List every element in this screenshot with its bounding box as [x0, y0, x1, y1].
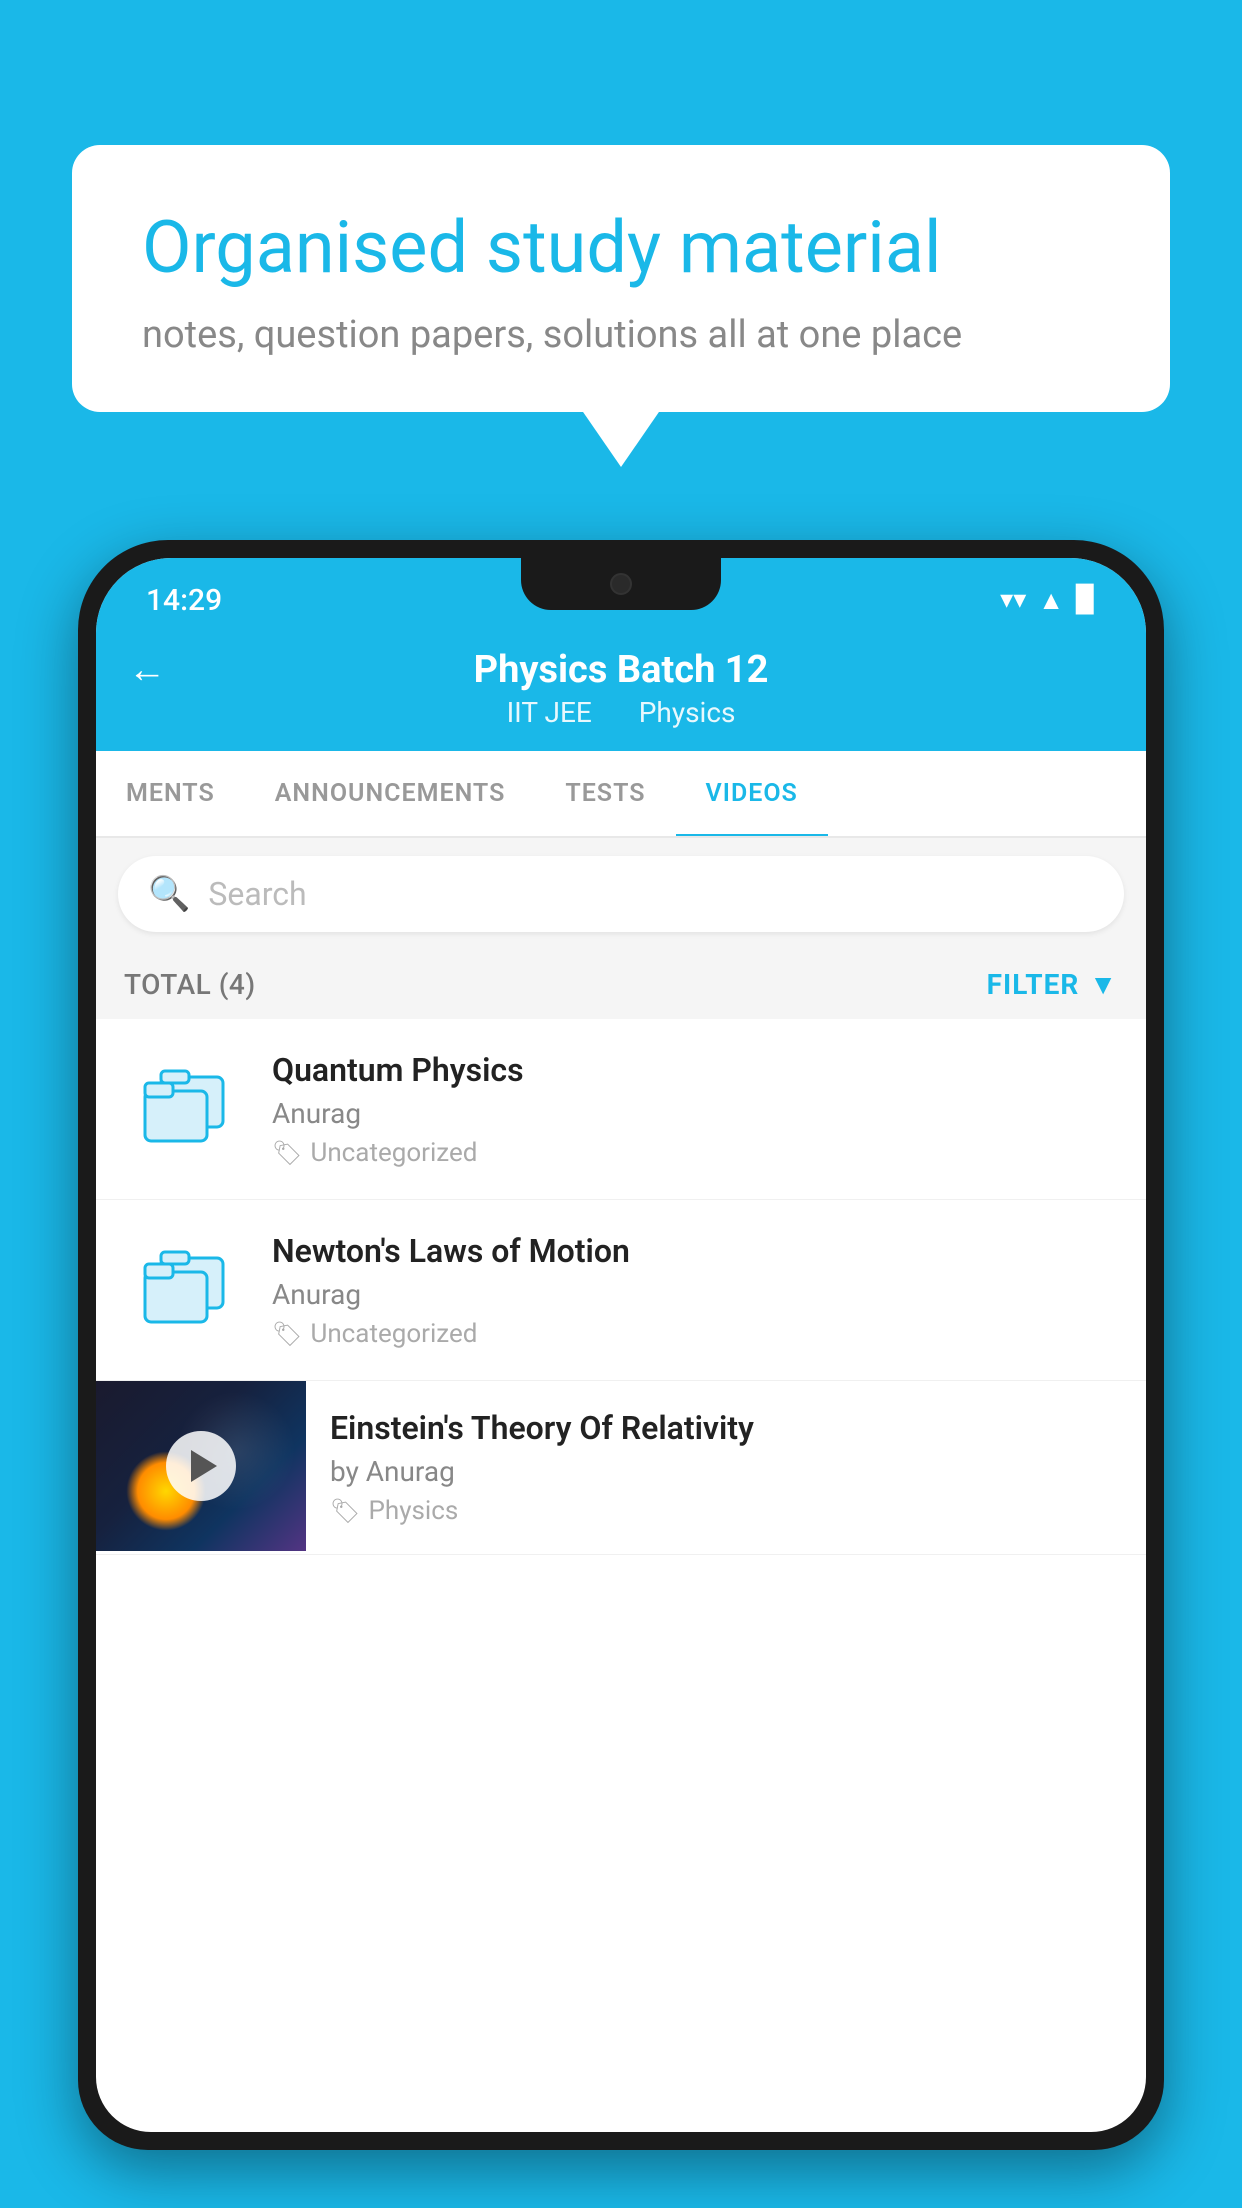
- phone-wrapper: 14:29 ▾▾ ▲ ▉ ← Physics Batch 12 IIT JEE …: [78, 540, 1164, 2208]
- total-filter-bar: TOTAL (4) FILTER ▼: [96, 950, 1146, 1019]
- tabs-bar: MENTS ANNOUNCEMENTS TESTS VIDEOS: [96, 751, 1146, 838]
- wifi-icon: ▾▾: [1000, 585, 1026, 615]
- app-bar: ← Physics Batch 12 IIT JEE Physics: [96, 630, 1146, 751]
- phone-screen: 14:29 ▾▾ ▲ ▉ ← Physics Batch 12 IIT JEE …: [96, 558, 1146, 2132]
- search-container: 🔍 Search: [96, 838, 1146, 950]
- video-author-2: Anurag: [272, 1278, 1118, 1311]
- tag-icon-3: 🏷: [330, 1497, 360, 1525]
- list-item[interactable]: Newton's Laws of Motion Anurag 🏷 Uncateg…: [96, 1200, 1146, 1381]
- battery-icon: ▉: [1076, 585, 1096, 615]
- app-bar-subtitle-part1: IIT JEE: [507, 696, 592, 729]
- total-count: TOTAL (4): [124, 968, 256, 1001]
- video-tag-3: 🏷 Physics: [330, 1496, 1126, 1526]
- search-icon: 🔍: [148, 874, 190, 914]
- video-info-1: Quantum Physics Anurag 🏷 Uncategorized: [272, 1051, 1118, 1168]
- tab-tests[interactable]: TESTS: [535, 751, 675, 836]
- bubble-title: Organised study material: [142, 205, 1100, 291]
- filter-label: FILTER: [987, 968, 1080, 1001]
- video-title-2: Newton's Laws of Motion: [272, 1232, 1118, 1270]
- tag-label-2: Uncategorized: [310, 1319, 477, 1349]
- tag-label-1: Uncategorized: [310, 1138, 477, 1168]
- speech-bubble: Organised study material notes, question…: [72, 145, 1170, 412]
- folder-icon: [139, 1069, 229, 1149]
- back-button[interactable]: ←: [128, 648, 166, 692]
- bubble-subtitle: notes, question papers, solutions all at…: [142, 313, 1100, 357]
- video-tag-1: 🏷 Uncategorized: [272, 1138, 1118, 1168]
- video-author-3: by Anurag: [330, 1455, 1126, 1488]
- filter-button[interactable]: FILTER ▼: [987, 968, 1118, 1001]
- list-item[interactable]: Einstein's Theory Of Relativity by Anura…: [96, 1381, 1146, 1555]
- tag-label-3: Physics: [368, 1496, 458, 1526]
- phone-notch: [521, 558, 721, 610]
- video-list: Quantum Physics Anurag 🏷 Uncategorized: [96, 1019, 1146, 1555]
- tag-icon-1: 🏷: [272, 1139, 302, 1167]
- tab-announcements[interactable]: ANNOUNCEMENTS: [245, 751, 536, 836]
- folder-icon: [139, 1250, 229, 1330]
- app-bar-title: Physics Batch 12: [474, 648, 769, 692]
- phone-outer: 14:29 ▾▾ ▲ ▉ ← Physics Batch 12 IIT JEE …: [78, 540, 1164, 2150]
- tab-videos[interactable]: VIDEOS: [676, 751, 828, 836]
- tab-ments[interactable]: MENTS: [96, 751, 245, 836]
- status-icons: ▾▾ ▲ ▉: [1000, 585, 1096, 616]
- list-item[interactable]: Quantum Physics Anurag 🏷 Uncategorized: [96, 1019, 1146, 1200]
- tag-icon-2: 🏷: [272, 1320, 302, 1348]
- app-bar-subtitle: IIT JEE Physics: [497, 696, 746, 729]
- play-button[interactable]: [166, 1431, 236, 1501]
- video-author-1: Anurag: [272, 1097, 1118, 1130]
- camera-dot: [610, 573, 632, 595]
- signal-icon: ▲: [1038, 585, 1064, 616]
- app-bar-subtitle-part2: Physics: [639, 696, 736, 729]
- search-box[interactable]: 🔍 Search: [118, 856, 1124, 932]
- status-time: 14:29: [146, 583, 222, 618]
- video-title-1: Quantum Physics: [272, 1051, 1118, 1089]
- video-tag-2: 🏷 Uncategorized: [272, 1319, 1118, 1349]
- play-icon: [191, 1450, 217, 1482]
- video-info-2: Newton's Laws of Motion Anurag 🏷 Uncateg…: [272, 1232, 1118, 1349]
- filter-icon: ▼: [1089, 968, 1118, 1001]
- video-title-3: Einstein's Theory Of Relativity: [330, 1409, 1126, 1447]
- video-thumb-2: [124, 1230, 244, 1350]
- search-input[interactable]: Search: [208, 875, 306, 913]
- video-thumbnail-3: [96, 1381, 306, 1551]
- video-thumb-1: [124, 1049, 244, 1169]
- video-info-3: Einstein's Theory Of Relativity by Anura…: [306, 1381, 1146, 1554]
